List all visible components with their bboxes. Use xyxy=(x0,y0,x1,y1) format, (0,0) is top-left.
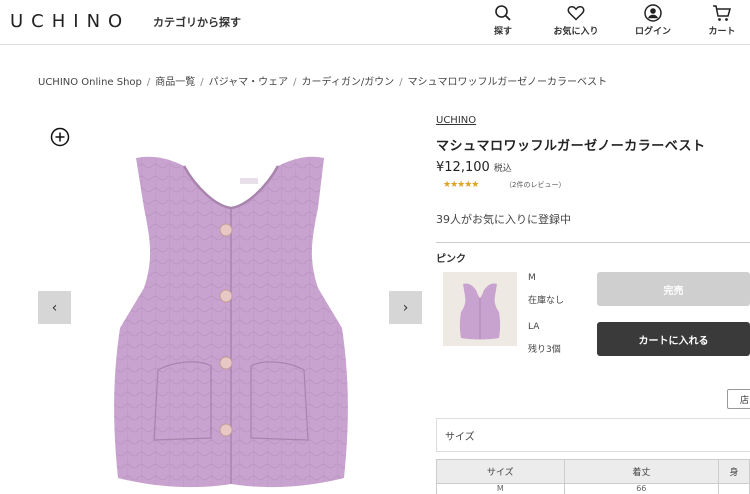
product-image xyxy=(114,156,348,488)
add-to-cart-button[interactable]: カートに入れる xyxy=(597,322,750,356)
variant-stock: 在庫なし xyxy=(528,296,565,306)
table-cell: 66 xyxy=(563,483,720,494)
nav-favorites[interactable]: お気に入り xyxy=(546,4,606,37)
cart-icon xyxy=(713,5,731,21)
nav-login-label: ログイン xyxy=(634,27,671,37)
sold-out-button: 完売 xyxy=(597,272,750,306)
table-cell xyxy=(718,483,750,494)
size-accordion[interactable]: サイズ xyxy=(436,418,750,452)
brand-link[interactable]: UCHINO xyxy=(436,115,476,126)
table-header-row: サイズ 着丈 身 xyxy=(436,459,750,484)
breadcrumb-item[interactable]: パジャマ・ウェア xyxy=(209,77,289,88)
table-row: M 66 xyxy=(436,483,750,494)
nav-login[interactable]: ログイン xyxy=(623,4,683,37)
variant-size: LA xyxy=(528,322,540,332)
size-section-label: サイズ xyxy=(445,432,475,443)
site-header: UCHINO カテゴリから探す 探す お気に入り ログイン カート xyxy=(0,0,750,45)
store-stock-button[interactable]: 店 xyxy=(727,389,750,409)
breadcrumb-current: マシュマロワッフルガーゼノーカラーベスト xyxy=(407,77,608,88)
breadcrumb: UCHINO Online Shop / 商品一覧 / パジャマ・ウェア / カーディガン/… xyxy=(38,77,608,88)
rating-stars: ★★★★★ xyxy=(443,180,479,190)
gallery-prev-button[interactable]: ‹ xyxy=(38,291,71,324)
divider xyxy=(436,242,750,243)
review-count-link[interactable]: （2件のレビュー） xyxy=(505,180,565,190)
nav-search[interactable]: 探す xyxy=(473,4,533,37)
table-header: 身 xyxy=(718,459,750,484)
price-value: ¥12,100 xyxy=(436,160,490,175)
heart-icon xyxy=(567,5,585,21)
variant-thumbnail xyxy=(443,272,517,346)
nav-favorites-label: お気に入り xyxy=(553,27,599,37)
breadcrumb-item[interactable]: 商品一覧 xyxy=(155,77,195,88)
tax-label: 税込 xyxy=(493,164,512,174)
zoom-in-icon[interactable] xyxy=(50,127,70,151)
search-icon xyxy=(495,5,511,21)
table-cell: M xyxy=(436,483,565,494)
variant-stock: 残り3個 xyxy=(528,345,561,355)
variant-size: M xyxy=(528,273,536,283)
table-header: サイズ xyxy=(436,459,565,484)
table-header: 着丈 xyxy=(563,459,720,484)
user-icon xyxy=(644,4,662,22)
category-search-link[interactable]: カテゴリから探す xyxy=(153,14,241,30)
nav-cart[interactable]: カート xyxy=(692,4,750,37)
breadcrumb-item[interactable]: カーディガン/ガウン xyxy=(302,77,395,88)
site-logo[interactable]: UCHINO xyxy=(10,11,130,32)
product-title: マシュマロワッフルガーゼノーカラーベスト xyxy=(436,139,706,154)
size-table: サイズ 着丈 身 M 66 xyxy=(436,459,750,494)
nav-search-label: 探す xyxy=(493,27,512,37)
product-gallery: ‹ › xyxy=(38,118,423,494)
product-price: ¥12,100 税込 xyxy=(436,160,512,175)
nav-cart-label: カート xyxy=(708,27,736,37)
favorite-count: 39人がお気に入りに登録中 xyxy=(436,213,571,226)
color-label: ピンク xyxy=(436,254,466,265)
gallery-next-button[interactable]: › xyxy=(389,291,422,324)
breadcrumb-item[interactable]: UCHINO Online Shop xyxy=(38,77,142,88)
